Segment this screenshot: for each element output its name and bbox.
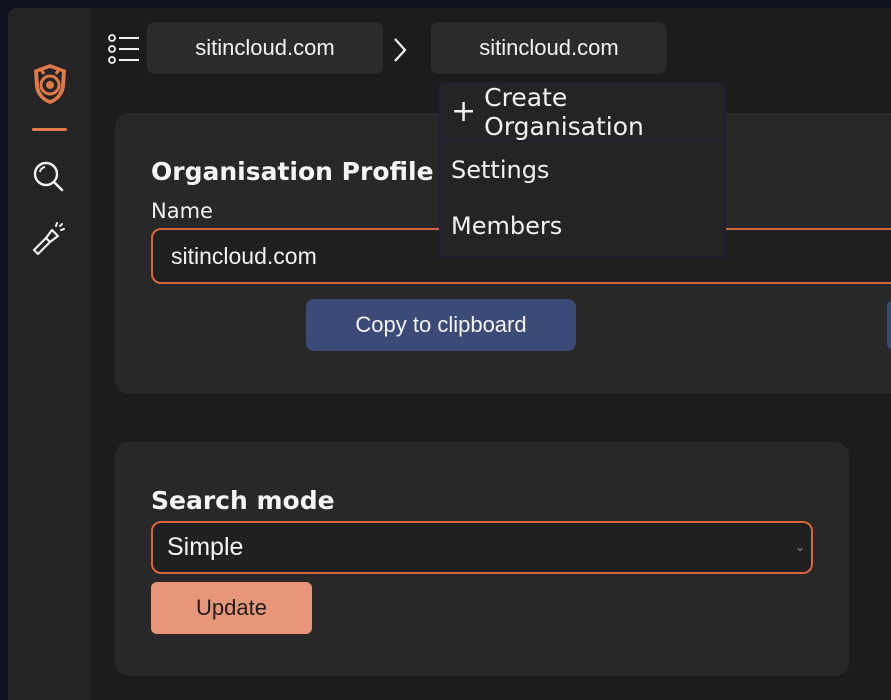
active-indicator (32, 128, 67, 131)
search-mode-value: Simple (167, 533, 244, 561)
chevron-down-icon: ⌄ (794, 540, 805, 554)
section-title: Organisation Profile (151, 157, 434, 186)
search-mode-card: Search mode Simple ⌄ Update (115, 442, 849, 676)
menu-item-settings[interactable]: Settings (441, 142, 724, 198)
update-button[interactable]: Update (151, 582, 312, 634)
search-icon (33, 161, 64, 192)
sidebar (8, 8, 91, 700)
breadcrumb-item-current[interactable]: sitincloud.com (431, 22, 667, 74)
search-mode-select[interactable]: Simple ⌄ (151, 521, 813, 574)
shield-logo-icon[interactable] (30, 62, 70, 106)
plus-icon: + (451, 94, 477, 129)
menu-item-members[interactable]: Members (441, 198, 724, 254)
partial-button[interactable] (887, 299, 891, 351)
search-mode-title: Search mode (151, 486, 335, 515)
name-label: Name (151, 199, 213, 223)
top-bar: sitincloud.com sitincloud.com (91, 8, 891, 88)
create-organisation-label: Create Organisation (484, 83, 644, 141)
copy-to-clipboard-button[interactable]: Copy to clipboard (306, 299, 576, 351)
sidebar-item-flashlight[interactable] (30, 220, 66, 256)
flashlight-icon (32, 222, 65, 256)
app-window: sitincloud.com sitincloud.com + Create O… (8, 8, 891, 700)
sidebar-item-search[interactable] (30, 158, 66, 194)
breadcrumb-item[interactable]: sitincloud.com (147, 22, 383, 74)
chevron-right-icon (391, 36, 409, 64)
list-menu-icon[interactable] (107, 32, 141, 66)
organisation-dropdown-menu: + Create Organisation Settings Members (439, 82, 726, 258)
create-organisation-menu-item[interactable]: + Create Organisation (441, 83, 724, 142)
